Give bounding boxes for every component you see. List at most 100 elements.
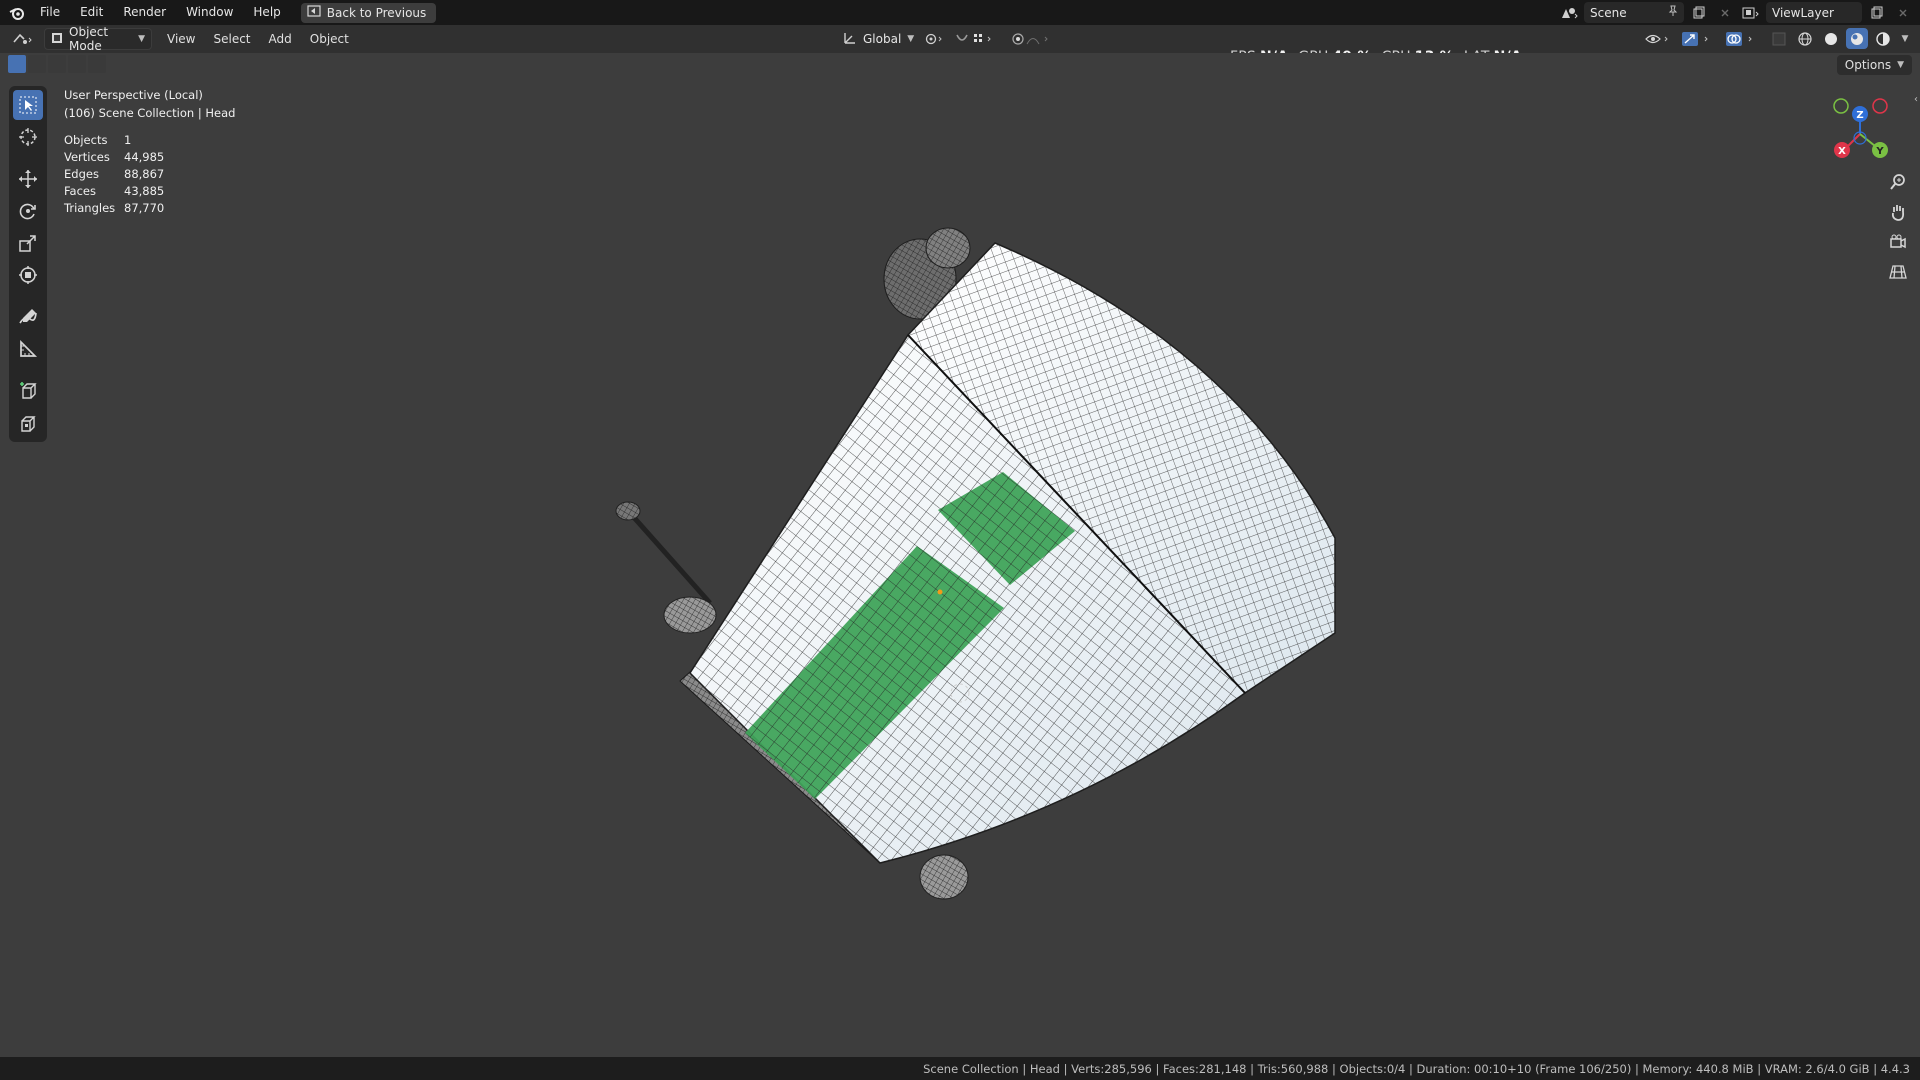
gizmo-toggle-icon[interactable] — [1680, 28, 1720, 49]
shading-options-chevron-icon[interactable]: ▼ — [1898, 28, 1912, 49]
new-scene-icon[interactable] — [1688, 2, 1710, 23]
select-intersect-icon[interactable] — [88, 55, 106, 73]
3d-viewport[interactable]: Options ▼ — [0, 53, 1920, 1057]
editor-type-icon[interactable] — [8, 29, 38, 50]
menu-window[interactable]: Window — [176, 0, 243, 25]
stat-value: 87,770 — [124, 201, 165, 215]
view-layer-field[interactable]: ViewLayer — [1766, 2, 1862, 23]
back-icon — [307, 5, 321, 20]
menu-edit[interactable]: Edit — [70, 0, 113, 25]
options-label: Options — [1844, 58, 1892, 72]
add-object-tool-icon[interactable] — [13, 408, 43, 438]
chevron-down-icon: ▼ — [907, 34, 915, 44]
delete-scene-icon[interactable] — [1714, 2, 1736, 23]
view-layer-name: ViewLayer — [1772, 5, 1834, 20]
stat-row-vertices: Vertices 44,985 — [64, 149, 235, 166]
orientation-icon — [843, 31, 857, 48]
header-menu-object[interactable]: Object — [301, 25, 358, 53]
scene-field[interactable]: Scene — [1584, 2, 1684, 23]
viewport-header: Object Mode ▼ View Select Add Object Glo… — [0, 25, 1920, 65]
top-menu-bar: File Edit Render Window Help Back to Pre… — [0, 0, 1920, 25]
snap-icon[interactable] — [954, 28, 1004, 49]
visibility-icon[interactable] — [1642, 28, 1676, 49]
gizmo-x-label: X — [1838, 146, 1846, 157]
chevron-down-icon: ▼ — [1897, 60, 1904, 70]
status-bar-text: Scene Collection | Head | Verts:285,596 … — [923, 1061, 1910, 1076]
left-toolbar — [9, 86, 47, 442]
navigation-gizmo[interactable]: Z X Y — [1820, 92, 1900, 172]
view-layer-browse-icon[interactable] — [1740, 2, 1762, 23]
proportional-editing-icon[interactable] — [1010, 28, 1060, 49]
wireframe-shading-icon[interactable] — [1794, 28, 1816, 49]
mesh-body — [689, 242, 1336, 864]
select-box-tool-icon[interactable] — [13, 90, 43, 120]
back-to-previous-button[interactable]: Back to Previous — [300, 2, 437, 23]
cursor-tool-icon[interactable] — [13, 122, 43, 152]
select-new-icon[interactable] — [8, 55, 26, 73]
viewport-shading-controls: ▼ — [1642, 28, 1912, 49]
perspective-toggle-icon[interactable] — [1886, 260, 1910, 284]
stat-key: Edges — [64, 167, 99, 181]
antenna — [615, 501, 717, 634]
menu-render[interactable]: Render — [113, 0, 176, 25]
annotate-tool-icon[interactable] — [13, 302, 43, 332]
sidebar-toggle-chevron-icon[interactable]: ‹ — [1914, 94, 1918, 105]
material-shading-icon[interactable] — [1846, 28, 1868, 49]
viewport-info-overlay: User Perspective (Local) (106) Scene Col… — [64, 86, 235, 217]
solid-shading-icon[interactable] — [1820, 28, 1842, 49]
zoom-icon[interactable] — [1886, 170, 1910, 194]
bottom-knob — [919, 854, 969, 900]
measure-tool-icon[interactable] — [13, 334, 43, 364]
stat-row-faces: Faces 43,885 — [64, 183, 235, 200]
stat-row-triangles: Triangles 87,770 — [64, 200, 235, 217]
overlays-toggle-icon[interactable] — [1724, 28, 1764, 49]
xray-toggle-icon[interactable] — [1768, 28, 1790, 49]
select-subtract-icon[interactable] — [48, 55, 66, 73]
rendered-shading-icon[interactable] — [1872, 28, 1894, 49]
chevron-down-icon: ▼ — [138, 34, 145, 44]
transform-orientation-dropdown[interactable]: Global ▼ — [836, 28, 915, 50]
pan-hand-icon[interactable] — [1886, 200, 1910, 224]
workspace-selectors: Scene ViewLayer — [1558, 2, 1914, 23]
options-dropdown[interactable]: Options ▼ — [1836, 55, 1912, 75]
menu-file[interactable]: File — [30, 0, 70, 25]
stat-value: 44,985 — [124, 150, 165, 164]
add-cube-tool-icon[interactable] — [13, 376, 43, 406]
blender-logo-icon[interactable] — [4, 0, 30, 25]
select-invert-icon[interactable] — [68, 55, 86, 73]
pin-icon[interactable] — [1668, 5, 1678, 20]
orientation-label: Global — [863, 32, 902, 46]
delete-view-layer-icon[interactable] — [1892, 2, 1914, 23]
scene-browse-icon[interactable] — [1558, 2, 1580, 23]
pivot-point-icon[interactable] — [920, 28, 950, 49]
camera-view-icon[interactable] — [1886, 230, 1910, 254]
move-tool-icon[interactable] — [13, 164, 43, 194]
stat-value: 1 — [124, 133, 132, 147]
stat-row-objects: Objects 1 — [64, 132, 235, 149]
select-extend-icon[interactable] — [28, 55, 46, 73]
gizmo-z-label: Z — [1856, 110, 1863, 121]
stat-key: Faces — [64, 184, 96, 198]
mode-dropdown[interactable]: Object Mode ▼ — [44, 25, 152, 53]
view-name: User Perspective (Local) — [64, 88, 203, 102]
collection-label: (106) Scene Collection | Head — [64, 106, 236, 120]
stat-value: 88,867 — [124, 167, 165, 181]
status-bar: Scene Collection | Head | Verts:285,596 … — [0, 1057, 1920, 1080]
gizmo-y-label: Y — [1875, 146, 1884, 157]
header-menu-add[interactable]: Add — [260, 25, 301, 53]
menu-help[interactable]: Help — [243, 0, 290, 25]
header-menu-select[interactable]: Select — [204, 25, 259, 53]
mode-label: Object Mode — [69, 25, 109, 53]
object-mode-icon — [51, 32, 63, 47]
stat-key: Objects — [64, 133, 108, 147]
selection-mode-buttons — [8, 55, 106, 73]
stat-value: 43,885 — [124, 184, 165, 198]
new-view-layer-icon[interactable] — [1866, 2, 1888, 23]
scale-tool-icon[interactable] — [13, 228, 43, 258]
stat-row-edges: Edges 88,867 — [64, 166, 235, 183]
scene-render[interactable] — [0, 53, 1920, 1057]
scene-name: Scene — [1590, 5, 1627, 20]
header-menu-view[interactable]: View — [158, 25, 204, 53]
transform-tool-icon[interactable] — [13, 260, 43, 290]
rotate-tool-icon[interactable] — [13, 196, 43, 226]
